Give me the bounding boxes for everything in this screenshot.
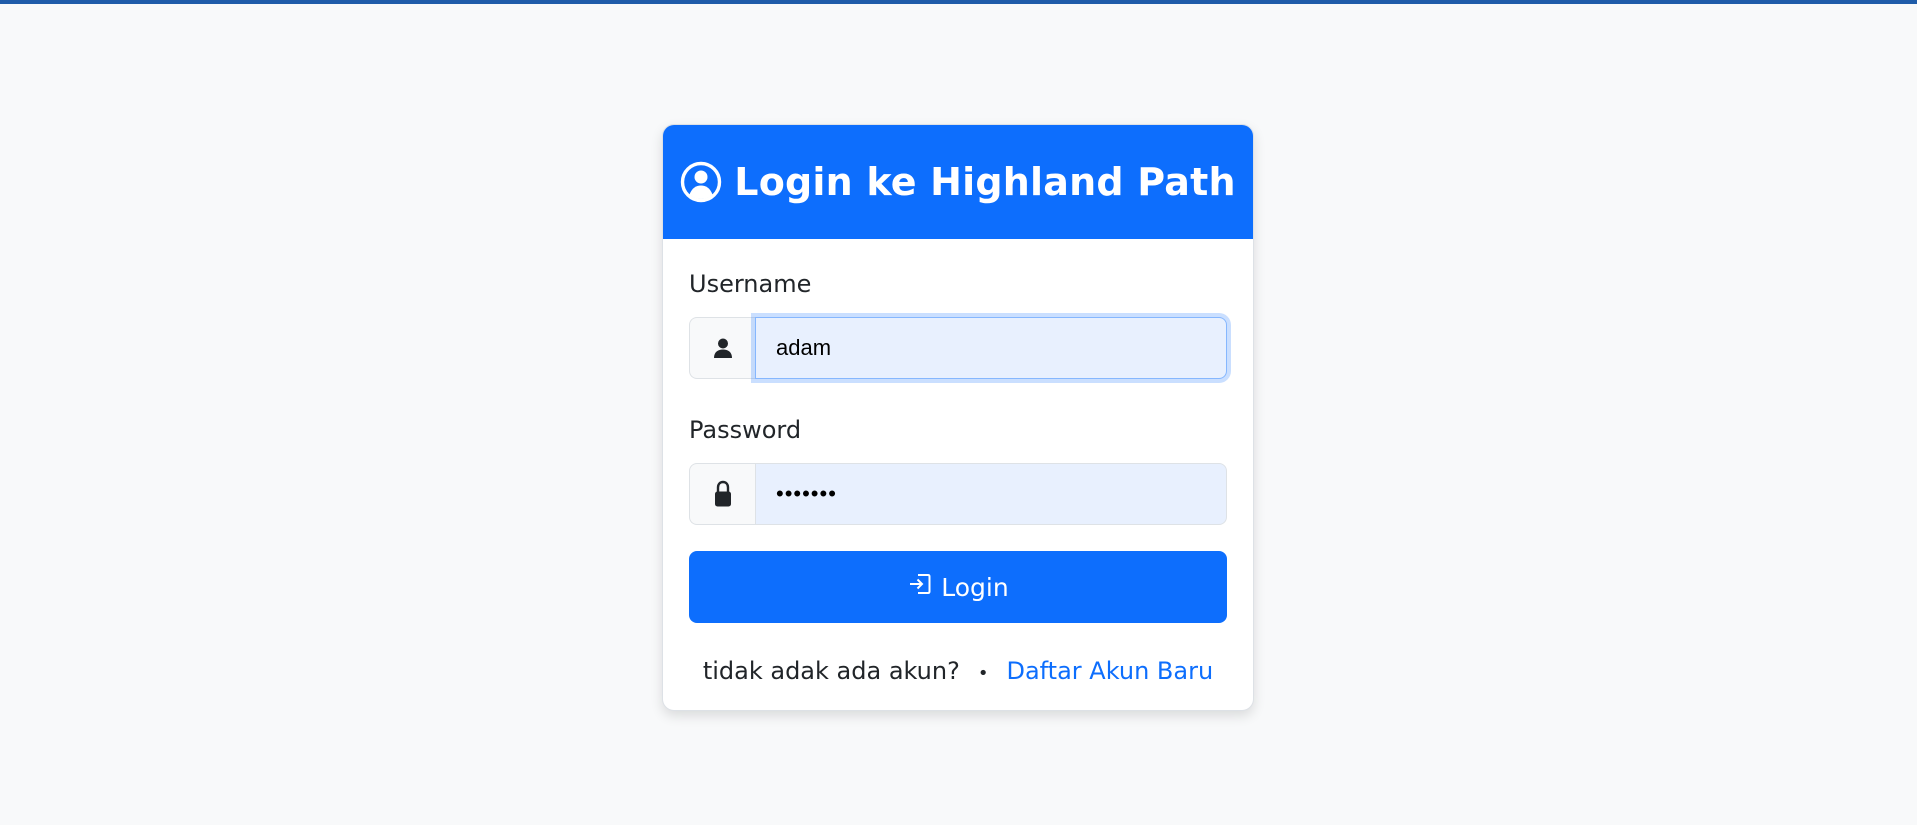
user-circle-icon [680,161,722,203]
top-strip [0,0,1917,4]
user-icon [689,317,755,379]
separator-dot: • [977,663,989,684]
login-card: Login ke Highland Path Username Password [662,124,1254,711]
login-button-label: Login [941,572,1009,602]
login-form: Username Password [663,239,1253,686]
page-title: Login ke Highland Path [734,160,1236,204]
register-prompt: tidak adak ada akun? • Daftar Akun Baru [689,656,1227,686]
username-group [689,317,1227,379]
card-header: Login ke Highland Path [663,125,1253,239]
password-label: Password [689,416,802,444]
password-input[interactable] [755,463,1227,525]
lock-icon [689,463,755,525]
login-button[interactable]: Login [689,551,1227,623]
username-input[interactable] [755,317,1227,379]
register-link[interactable]: Daftar Akun Baru [1006,657,1213,685]
login-arrow-icon [907,571,933,603]
no-account-text: tidak adak ada akun? [702,657,960,685]
username-label: Username [689,270,812,298]
password-group [689,463,1227,525]
